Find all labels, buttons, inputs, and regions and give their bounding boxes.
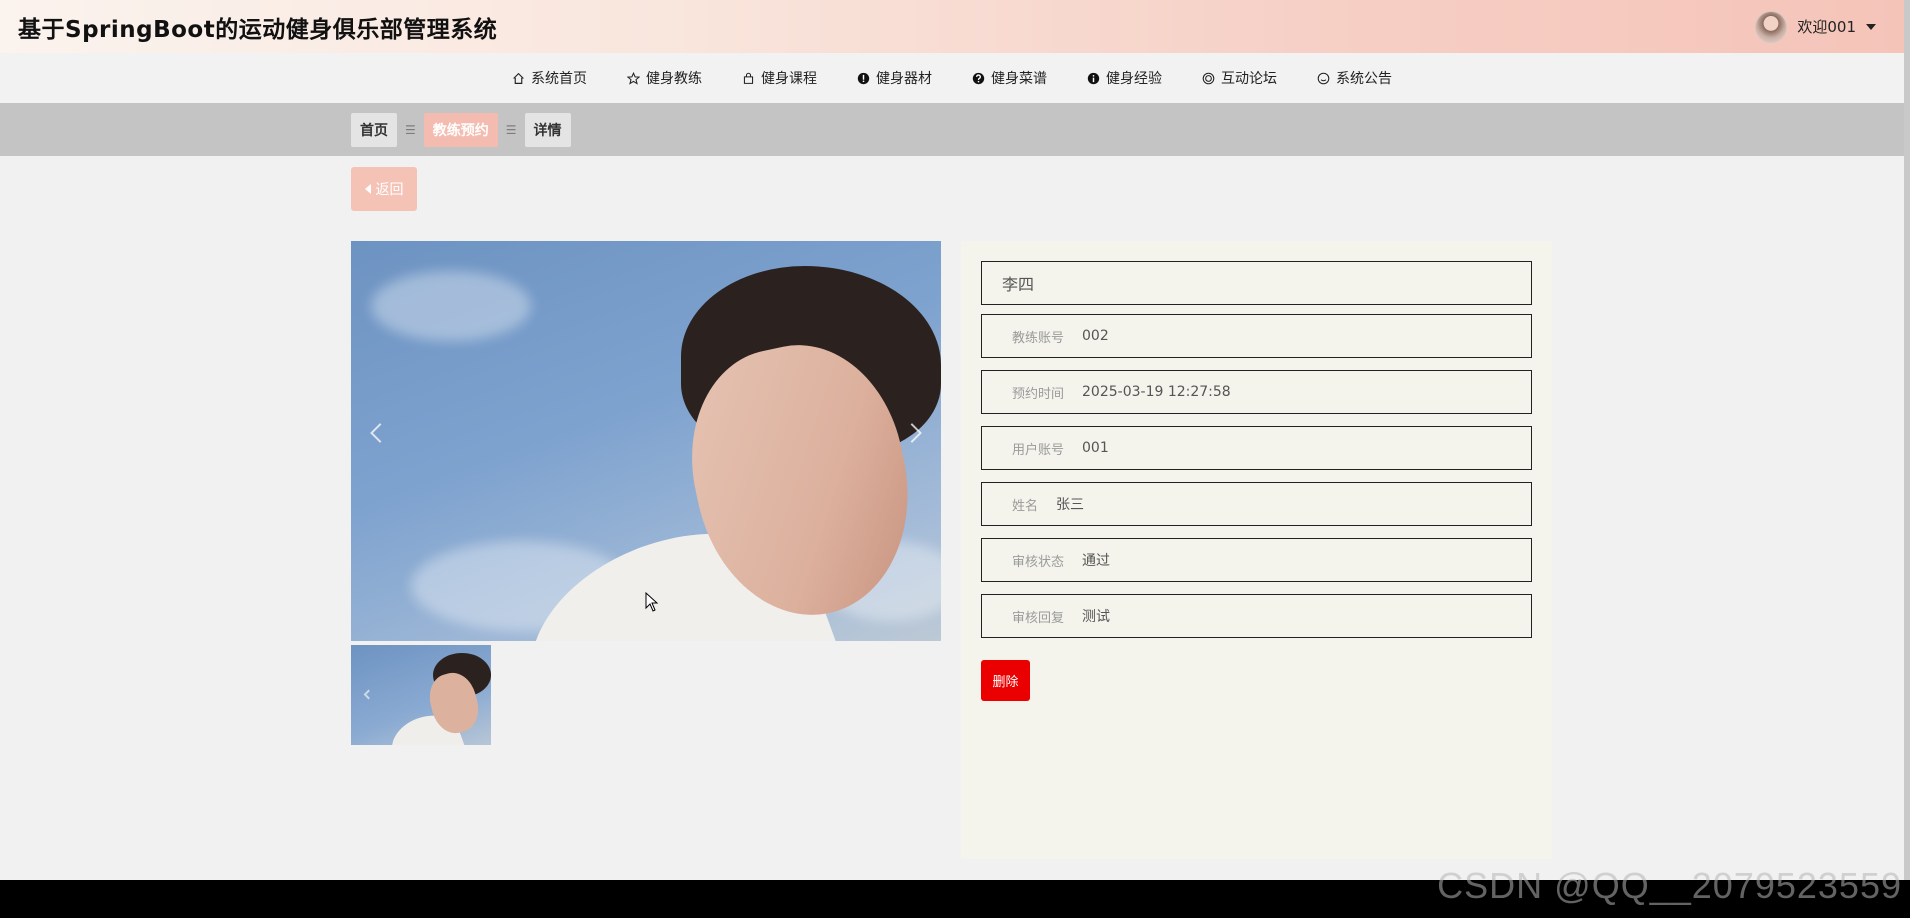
- nav-item-recipes[interactable]: 健身菜谱: [952, 53, 1067, 103]
- nav-label: 健身菜谱: [991, 71, 1047, 87]
- nav-item-forum[interactable]: 互动论坛: [1182, 53, 1297, 103]
- field-label: 审核回复: [1012, 610, 1065, 626]
- welcome-text[interactable]: 欢迎001: [1797, 16, 1856, 37]
- field-review-reply: 审核回复 测试: [981, 594, 1532, 638]
- field-label: 教练账号: [1012, 330, 1065, 346]
- field-user-account: 用户账号 001: [981, 426, 1532, 470]
- bag-icon: [743, 72, 754, 84]
- carousel-prev-icon[interactable]: [370, 423, 390, 443]
- top-header: 基于SpringBoot的运动健身俱乐部管理系统 欢迎001: [0, 0, 1904, 53]
- caret-left-icon: [364, 184, 371, 194]
- thumb-prev-icon[interactable]: [363, 689, 374, 700]
- breadcrumb: 首页 ☰ 教练预约 ☰ 详情: [351, 113, 571, 147]
- star-icon: [627, 71, 640, 85]
- avatar[interactable]: [1755, 10, 1788, 43]
- breadcrumb-detail[interactable]: 详情: [524, 113, 571, 147]
- coach-name-title: 李四: [981, 261, 1532, 305]
- cloud: [371, 271, 531, 341]
- nav-item-announcements[interactable]: 系统公告: [1297, 53, 1412, 103]
- field-label: 审核状态: [1012, 554, 1065, 570]
- field-label: 姓名: [1012, 498, 1039, 514]
- nav-label: 互动论坛: [1221, 71, 1277, 87]
- main-nav: 系统首页 健身教练 健身课程 健身器材 健身菜谱 健身经验 互动论坛 系统公告: [0, 53, 1904, 103]
- field-label: 预约时间: [1012, 386, 1065, 402]
- back-button-label: 返回: [375, 182, 404, 198]
- field-label: 用户账号: [1012, 442, 1065, 458]
- field-coach-account: 教练账号 002: [981, 314, 1532, 358]
- image-carousel[interactable]: [351, 241, 941, 641]
- nav-label: 健身器材: [876, 71, 932, 87]
- nav-label: 健身教练: [646, 71, 702, 87]
- breadcrumb-coach-booking[interactable]: 教练预约: [423, 113, 498, 147]
- breadcrumb-separator-icon: ☰: [505, 123, 517, 137]
- nav-label: 健身经验: [1106, 71, 1162, 87]
- back-button[interactable]: 返回: [351, 167, 417, 211]
- nav-item-home[interactable]: 系统首页: [492, 53, 607, 103]
- field-value: 张三: [1056, 497, 1085, 513]
- breadcrumb-separator-icon: ☰: [405, 123, 416, 137]
- user-menu[interactable]: 欢迎001: [1755, 10, 1876, 43]
- home-icon: [513, 72, 524, 84]
- question-icon: [972, 72, 985, 84]
- field-value: 002: [1082, 328, 1109, 344]
- app-title: 基于SpringBoot的运动健身俱乐部管理系统: [18, 16, 498, 43]
- nav-item-equipment[interactable]: 健身器材: [837, 53, 952, 103]
- field-name: 姓名 张三: [981, 482, 1532, 526]
- image-thumbnail[interactable]: [351, 645, 491, 745]
- scrollbar-thumb[interactable]: [1904, 0, 1910, 880]
- breadcrumb-bar: 首页 ☰ 教练预约 ☰ 详情: [0, 103, 1904, 156]
- caret-down-icon[interactable]: [1866, 23, 1876, 30]
- breadcrumb-home[interactable]: 首页: [351, 113, 397, 147]
- delete-button[interactable]: 删除: [981, 660, 1030, 701]
- field-value: 001: [1082, 440, 1109, 456]
- field-booking-time: 预约时间 2025-03-19 12:27:58: [981, 370, 1532, 414]
- smile-icon: [1317, 72, 1330, 84]
- target-icon: [1202, 72, 1215, 84]
- info-icon: [1087, 72, 1100, 84]
- mouse-cursor-icon: [645, 592, 659, 612]
- watermark: CSDN @QQ__2079523559: [1437, 865, 1902, 906]
- exclamation-icon: [857, 72, 870, 84]
- detail-panel: 李四 教练账号 002 预约时间 2025-03-19 12:27:58 用户账…: [961, 241, 1552, 859]
- nav-item-experience[interactable]: 健身经验: [1067, 53, 1182, 103]
- field-review-status: 审核状态 通过: [981, 538, 1532, 582]
- field-value: 通过: [1082, 553, 1111, 569]
- page-scrollbar[interactable]: [1904, 0, 1910, 880]
- nav-item-coaches[interactable]: 健身教练: [607, 53, 722, 103]
- field-value: 测试: [1082, 609, 1111, 625]
- field-value: 2025-03-19 12:27:58: [1082, 384, 1231, 400]
- nav-item-courses[interactable]: 健身课程: [722, 53, 837, 103]
- nav-label: 系统首页: [531, 71, 587, 87]
- nav-label: 健身课程: [761, 71, 817, 87]
- coach-name: 李四: [1002, 275, 1035, 294]
- nav-label: 系统公告: [1336, 71, 1392, 87]
